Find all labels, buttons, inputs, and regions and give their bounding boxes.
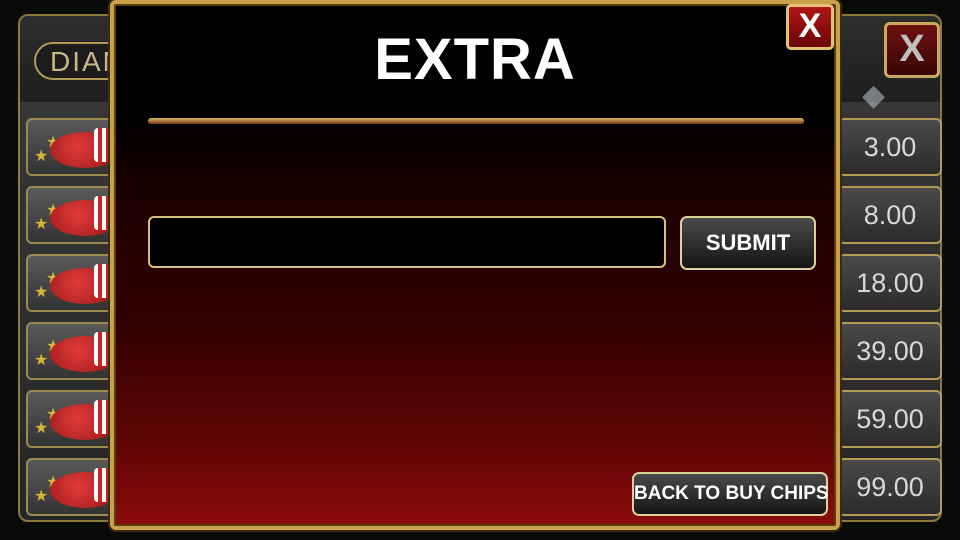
- price-button[interactable]: 99.00: [838, 458, 942, 516]
- submit-button[interactable]: SUBMIT: [680, 216, 816, 270]
- price-button[interactable]: 59.00: [838, 390, 942, 448]
- code-input[interactable]: [148, 216, 666, 268]
- dialog-title: EXTRA: [374, 27, 576, 92]
- price-button[interactable]: 8.00: [838, 186, 942, 244]
- shop-close-button[interactable]: X: [884, 22, 940, 78]
- price-button[interactable]: 3.00: [838, 118, 942, 176]
- back-to-buy-chips-button[interactable]: BACK TO BUY CHIPS: [632, 472, 829, 516]
- close-button[interactable]: X: [786, 4, 834, 50]
- title-divider: [148, 118, 804, 124]
- price-button[interactable]: 39.00: [838, 322, 942, 380]
- extra-dialog: EXTRA SUBMIT BACK TO BUY CHIPS: [110, 0, 840, 530]
- price-button[interactable]: 18.00: [838, 254, 942, 312]
- diamond-icon: ◆: [862, 79, 886, 112]
